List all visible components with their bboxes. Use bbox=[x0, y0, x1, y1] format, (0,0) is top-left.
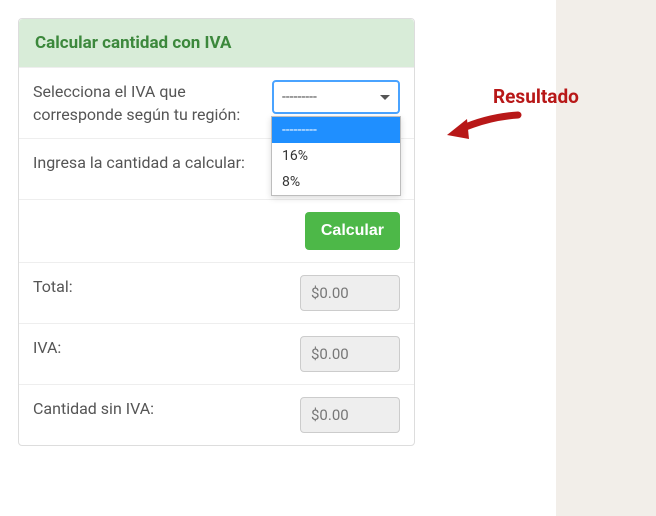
row-sin-iva: Cantidad sin IVA: $0.00 bbox=[19, 384, 414, 445]
label-total: Total: bbox=[33, 275, 272, 298]
chevron-down-icon bbox=[380, 95, 390, 100]
row-total: Total: $0.00 bbox=[19, 262, 414, 323]
row-iva-select: Selecciona el IVA que corresponde según … bbox=[19, 67, 414, 138]
label-iva-select: Selecciona el IVA que corresponde según … bbox=[33, 80, 272, 126]
dropdown-item-8[interactable]: 8% bbox=[272, 169, 400, 195]
iva-select-value: --------- bbox=[282, 89, 317, 105]
iva-output: $0.00 bbox=[300, 336, 400, 372]
label-amount: Ingresa la cantidad a calcular: bbox=[33, 151, 272, 174]
row-iva: IVA: $0.00 bbox=[19, 323, 414, 384]
side-panel bbox=[556, 0, 656, 516]
callout-label: Resultado bbox=[493, 85, 579, 108]
iva-dropdown: --------- 16% 8% bbox=[271, 116, 401, 196]
sin-iva-output: $0.00 bbox=[300, 397, 400, 433]
row-button: Calcular bbox=[19, 199, 414, 262]
total-output: $0.00 bbox=[300, 275, 400, 311]
calculate-button[interactable]: Calcular bbox=[305, 212, 400, 250]
arrow-icon bbox=[443, 107, 523, 147]
card-header: Calcular cantidad con IVA bbox=[19, 19, 414, 67]
dropdown-item-16[interactable]: 16% bbox=[272, 143, 400, 169]
iva-select[interactable]: --------- bbox=[272, 80, 400, 114]
label-iva: IVA: bbox=[33, 336, 272, 359]
dropdown-item-blank[interactable]: --------- bbox=[272, 117, 400, 143]
label-sin-iva: Cantidad sin IVA: bbox=[33, 397, 272, 420]
iva-calculator-card: Calcular cantidad con IVA Selecciona el … bbox=[18, 18, 415, 446]
